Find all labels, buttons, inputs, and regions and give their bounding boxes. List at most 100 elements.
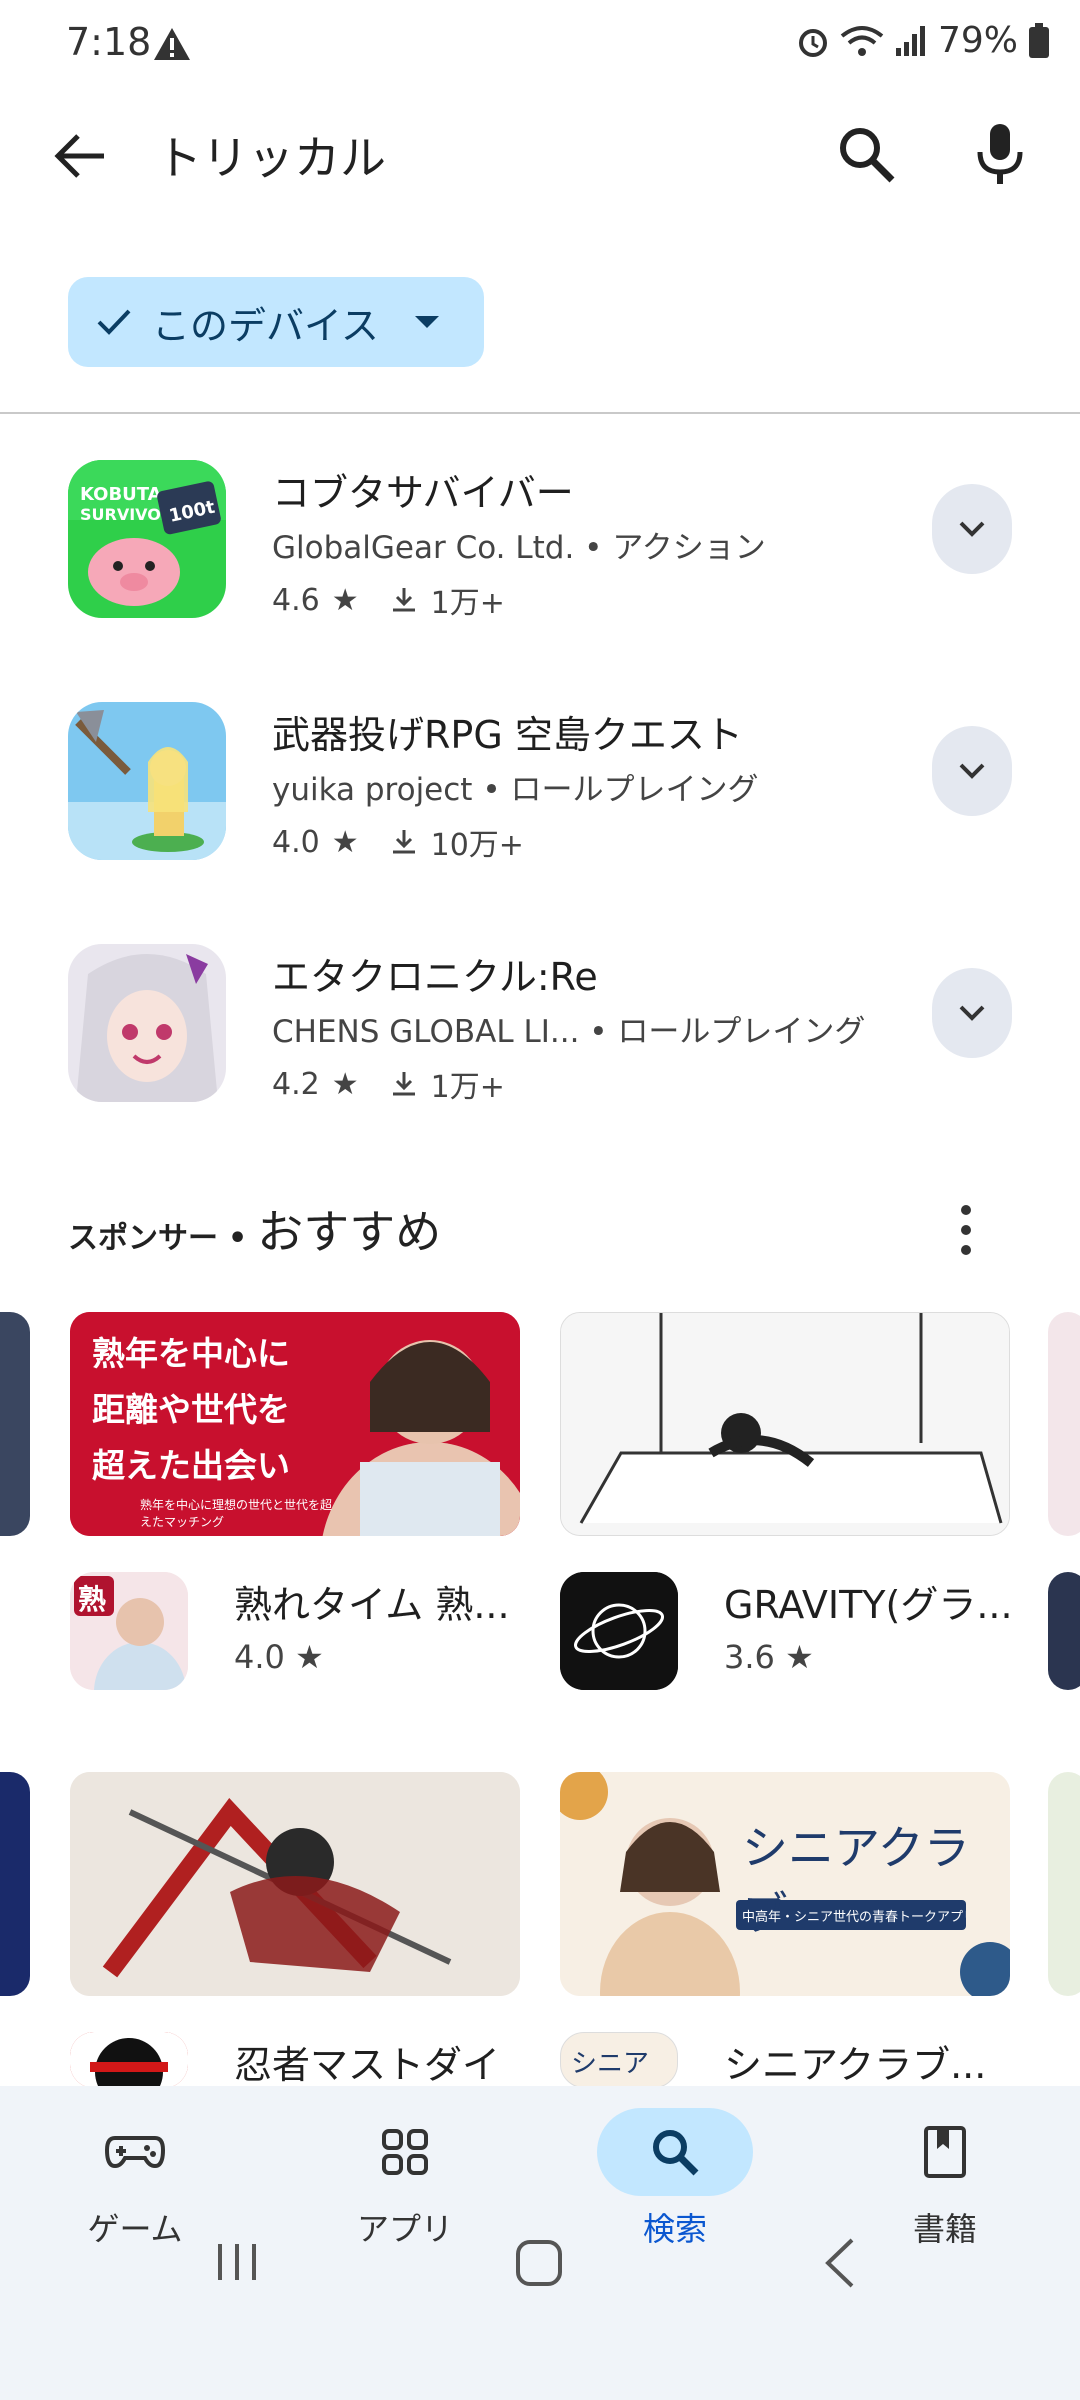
app-rating: 3.6 ★ (724, 1638, 814, 1676)
partial-card-banner[interactable] (0, 1772, 30, 1996)
search-icon (597, 2108, 753, 2196)
app-icon (68, 944, 226, 1102)
bottom-navigation: ゲーム アプリ 検索 書籍 (0, 2086, 1080, 2400)
app-developer-category: yuika project • ロールプレイング (272, 764, 758, 809)
chevron-down-icon (959, 763, 985, 779)
dropdown-arrow-icon (414, 316, 439, 328)
status-right: 79% (796, 20, 1050, 61)
filter-chip-this-device[interactable]: このデバイス (68, 277, 484, 367)
app-name: エタクロニクル:Re (272, 955, 598, 999)
app-category: ロールプレイング (510, 772, 759, 808)
status-bar: 7:18 79% (0, 0, 1080, 90)
star-icon: ★ (785, 1638, 814, 1676)
app-category: アクション (612, 530, 766, 566)
partial-card-icon[interactable] (1048, 1572, 1080, 1690)
alarm-icon (798, 28, 827, 57)
download-icon (392, 588, 415, 612)
icon-text: 熟 (78, 1583, 107, 1616)
app-rating: 4.6 (272, 582, 320, 618)
app-icon: KOBUTA SURVIVOR 100t (68, 460, 226, 618)
app-developer: yuika project (272, 772, 473, 808)
banner-subtext: 熟年を中心に理想の世代と世代を超えたマッチング (140, 1498, 333, 1529)
app-category: ロールプレイング (617, 1014, 866, 1050)
mic-icon[interactable] (972, 122, 1028, 186)
search-result-item[interactable]: KOBUTA SURVIVOR 100t コブタサバイバー GlobalGear… (0, 440, 1080, 640)
search-result-item[interactable]: 武器投げRPG 空島クエスト yuika project • ロールプレイング … (0, 682, 1080, 882)
partial-card-banner[interactable] (1048, 1312, 1080, 1536)
app-name: 熟れタイム 熟... (234, 1583, 510, 1627)
svg-text:KOBUTA: KOBUTA (80, 484, 162, 505)
search-header: トリッカル (0, 100, 1080, 210)
meta-separator: • (589, 1014, 618, 1050)
banner-subtext: 中高年・シニア世代の青春トークアプリ (742, 1910, 966, 1925)
app-downloads: 1万+ (430, 586, 505, 621)
status-time: 7:18 (66, 20, 152, 64)
back-arrow-icon[interactable] (52, 128, 108, 184)
search-icon[interactable] (834, 122, 898, 186)
book-icon (885, 2120, 1005, 2184)
app-name: GRAVITY(グラ... (724, 1583, 1013, 1627)
app-rating: 4.0 (272, 824, 320, 860)
expand-button[interactable] (932, 726, 1012, 816)
apps-grid-icon (345, 2120, 465, 2184)
search-result-item[interactable]: エタクロニクル:Re CHENS GLOBAL LI... • ロールプレイング… (0, 924, 1080, 1124)
home-icon[interactable] (514, 2238, 564, 2288)
sponsor-label: スポンサー (68, 1221, 218, 1256)
title-separator: • (228, 1221, 248, 1256)
app-downloads: 1万+ (430, 1070, 505, 1105)
app-icon: 熟 (70, 1572, 188, 1690)
section-title: おすすめ (257, 1205, 442, 1259)
app-name: 武器投げRPG 空島クエスト (272, 713, 743, 757)
app-icon (560, 1572, 678, 1690)
app-developer-category: GlobalGear Co. Ltd. • アクション (272, 522, 766, 567)
recent-apps-icon[interactable] (212, 2240, 262, 2284)
app-developer-category: CHENS GLOBAL LI... • ロールプレイング (272, 1006, 865, 1051)
app-developer: GlobalGear Co. Ltd. (272, 530, 575, 566)
app-banner: 熟年を中心に 距離や世代を 超えた出会い 熟年を中心に理想の世代と世代を超えたマ… (70, 1312, 520, 1536)
app-rating: 4.0 ★ (234, 1638, 324, 1676)
sponsored-app-card[interactable]: 忍者マストダイ (70, 1772, 520, 2092)
sponsored-app-card[interactable]: GRAVITY(グラ... 3.6 ★ (560, 1312, 1013, 1712)
app-name: コブタサバイバー (272, 471, 574, 515)
sponsored-app-card[interactable]: シニアクラブ 中高年・シニア世代の青春トークアプリ シニア シニアクラブ... (560, 1772, 1010, 2092)
meta-separator: • (584, 530, 613, 566)
expand-button[interactable] (932, 484, 1012, 574)
more-options-icon[interactable] (944, 1200, 988, 1260)
expand-button[interactable] (932, 968, 1012, 1058)
back-icon[interactable] (820, 2236, 860, 2290)
app-name: シニアクラブ... (724, 2043, 987, 2087)
partial-card-banner[interactable] (1048, 1772, 1080, 1996)
app-banner (560, 1312, 1010, 1536)
star-icon: ★ (331, 824, 359, 860)
download-icon (392, 1072, 415, 1096)
app-banner: シニアクラブ 中高年・シニア世代の青春トークアプリ (560, 1772, 1010, 1996)
svg-text:SURVIVOR: SURVIVOR (80, 505, 173, 524)
star-icon: ★ (331, 1066, 359, 1102)
app-stats: 4.0 ★ 10万+ (272, 820, 524, 864)
signal-icon (895, 25, 925, 56)
system-navigation-bar (0, 2220, 1080, 2340)
star-icon: ★ (295, 1638, 324, 1676)
app-stats: 4.6 ★ 1万+ (272, 578, 505, 622)
battery-icon (1029, 22, 1049, 58)
chevron-down-icon (959, 1005, 985, 1021)
app-banner (70, 1772, 520, 1996)
partial-card-banner[interactable] (0, 1312, 30, 1536)
icon-text: シニア (571, 2049, 650, 2079)
check-icon (97, 309, 131, 335)
sponsored-app-card[interactable]: 熟年を中心に 距離や世代を 超えた出会い 熟年を中心に理想の世代と世代を超えたマ… (70, 1312, 520, 1712)
download-icon (392, 830, 415, 854)
divider (0, 412, 1080, 414)
sponsored-section-header: スポンサー • おすすめ (68, 1196, 441, 1262)
app-name: 忍者マストダイ (234, 2043, 501, 2087)
filter-chip-label: このデバイス (152, 303, 379, 348)
warning-icon (154, 28, 190, 60)
app-downloads: 10万+ (430, 828, 524, 863)
star-icon: ★ (331, 582, 359, 618)
banner-headline: 熟年を中心に 距離や世代を 超えた出会い (92, 1334, 290, 1485)
search-query[interactable]: トリッカル (156, 122, 386, 188)
app-icon (70, 2032, 188, 2088)
chevron-down-icon (959, 521, 985, 537)
app-rating: 4.2 (272, 1066, 320, 1102)
battery-percent: 79% (937, 20, 1018, 61)
